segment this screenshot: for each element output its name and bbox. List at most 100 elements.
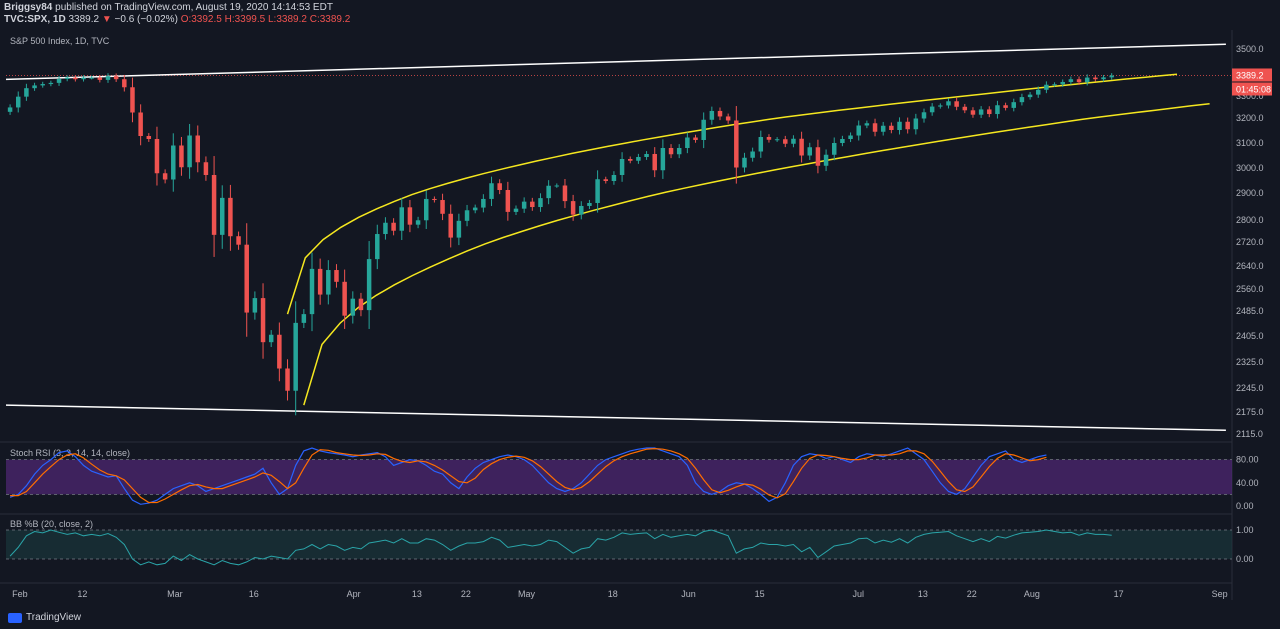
candle-body xyxy=(546,185,551,199)
date-tick-label: Mar xyxy=(167,589,183,599)
price-tick-label: 3500.0 xyxy=(1236,44,1264,54)
rsi-tick-label: 40.00 xyxy=(1236,478,1259,488)
candle-body xyxy=(587,202,592,206)
footer-branding: TradingView xyxy=(8,612,81,623)
candle-body xyxy=(187,135,192,168)
candle-body xyxy=(1060,81,1065,85)
candle-body xyxy=(285,368,290,391)
price-chart[interactable]: 3500.03400.03300.03200.03100.03000.02900… xyxy=(0,0,1280,629)
candle-body xyxy=(358,298,364,311)
candle-body xyxy=(391,222,396,231)
candle-body xyxy=(228,197,233,237)
candle-body xyxy=(211,175,217,235)
rsi-band xyxy=(6,459,1232,495)
price-tick-label: 3100.0 xyxy=(1236,138,1264,148)
date-tick-label: 13 xyxy=(918,589,928,599)
candle-body xyxy=(538,198,543,208)
candle-body xyxy=(89,77,94,79)
date-tick-label: May xyxy=(518,589,536,599)
candle-body xyxy=(660,148,666,171)
candle-body xyxy=(97,77,103,80)
candle-body xyxy=(954,101,959,107)
price-tick-label: 3000.0 xyxy=(1236,163,1264,173)
candle-body xyxy=(505,190,511,212)
candle-body xyxy=(154,139,160,174)
candle-body xyxy=(81,77,86,80)
candle-body xyxy=(562,185,568,202)
candle-body xyxy=(366,259,372,311)
candle-body xyxy=(195,135,201,163)
candle-body xyxy=(407,207,413,225)
candle-body xyxy=(252,298,258,313)
candle-body xyxy=(987,109,992,115)
candle-body xyxy=(1035,89,1041,95)
candle-body xyxy=(913,118,919,130)
candle-body xyxy=(219,197,225,235)
candle-body xyxy=(448,213,453,238)
candle-body xyxy=(872,123,878,132)
candle-body xyxy=(1093,77,1098,80)
candle-body xyxy=(995,105,1000,115)
candle-body xyxy=(905,121,910,130)
footer-brand-text: TradingView xyxy=(26,612,82,623)
candle-body xyxy=(783,139,788,144)
candle-body xyxy=(554,185,560,187)
candle-body xyxy=(1044,84,1049,90)
candle-body xyxy=(1084,77,1090,83)
candle-body xyxy=(889,125,894,130)
price-tick-label: 2405.0 xyxy=(1236,331,1264,341)
date-tick-label: Jun xyxy=(681,589,696,599)
candle-body xyxy=(73,77,78,80)
candle-body xyxy=(32,85,37,89)
rsi-tick-label: 80.00 xyxy=(1236,455,1259,465)
candle-body xyxy=(15,96,21,108)
candle-body xyxy=(611,175,617,181)
last-price-tag-text: 3389.2 xyxy=(1236,70,1264,80)
candle-body xyxy=(970,110,976,115)
candle-body xyxy=(1101,77,1106,80)
candle-body xyxy=(717,110,723,117)
candle-body xyxy=(48,82,54,85)
candle-body xyxy=(342,281,347,316)
price-tick-label: 2175.0 xyxy=(1236,407,1264,417)
candle-body xyxy=(497,183,502,190)
candle-body xyxy=(701,119,706,140)
date-tick-label: 18 xyxy=(608,589,618,599)
candle-body xyxy=(750,151,755,158)
price-tick-label: 3200.0 xyxy=(1236,113,1264,123)
channel-lower-curve xyxy=(303,102,1210,406)
candle-body xyxy=(1052,84,1057,86)
candle-body xyxy=(946,101,951,106)
candle-body xyxy=(268,334,274,343)
candle-body xyxy=(7,107,13,112)
candle-body xyxy=(122,79,127,88)
candle-body xyxy=(383,222,388,235)
candle-body xyxy=(56,78,62,83)
date-tick-label: 16 xyxy=(249,589,259,599)
candle-body xyxy=(823,154,829,166)
candle-body xyxy=(40,84,45,86)
candle-body xyxy=(668,148,674,155)
candle-body xyxy=(579,205,584,215)
candle-body xyxy=(130,87,135,113)
price-tick-label: 2900.0 xyxy=(1236,188,1264,198)
candle-body xyxy=(171,145,176,180)
price-tick-label: 2245.0 xyxy=(1236,383,1264,393)
candle-body xyxy=(636,157,641,161)
date-tick-label: Jul xyxy=(853,589,865,599)
candle-body xyxy=(685,137,690,148)
candle-body xyxy=(627,159,633,161)
date-tick-label: Apr xyxy=(347,589,361,599)
candle-body xyxy=(105,76,111,80)
bb-tick-label: 0.00 xyxy=(1236,554,1254,564)
candle-body xyxy=(856,125,861,136)
countdown-tag-text: 01:45:08 xyxy=(1236,84,1271,94)
candle-body xyxy=(293,322,298,391)
price-tick-label: 2800.0 xyxy=(1236,215,1264,225)
candle-body xyxy=(1011,102,1017,108)
tradingview-logo-icon xyxy=(8,612,22,623)
lower-trendline xyxy=(5,404,1226,432)
candle-body xyxy=(472,207,478,211)
candle-body xyxy=(415,220,421,225)
candle-body xyxy=(1109,75,1114,78)
